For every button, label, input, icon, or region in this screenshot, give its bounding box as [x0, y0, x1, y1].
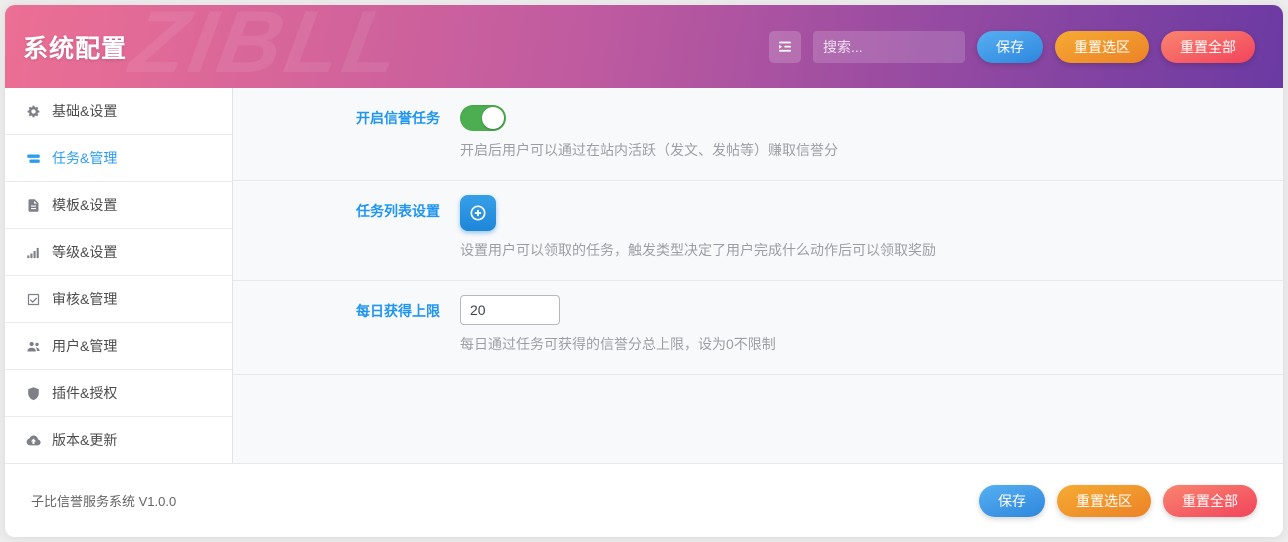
sidebar-item-basic-settings[interactable]: 基础&设置	[5, 88, 232, 135]
setting-label: 开启信誉任务	[356, 110, 440, 126]
outdent-icon	[777, 39, 793, 55]
settings-content: 开启信誉任务 开启后用户可以通过在站内活跃（发文、发帖等）赚取信誉分 任务列表设…	[233, 88, 1283, 463]
sidebar-item-label: 用户&管理	[52, 338, 118, 354]
footer: 子比信誉服务系统 V1.0.0 保存 重置选区 重置全部	[5, 463, 1283, 537]
tasks-icon	[25, 150, 41, 166]
cloud-upload-icon	[25, 432, 41, 448]
enable-reputation-task-toggle[interactable]	[460, 105, 506, 131]
sidebar-item-label: 模板&设置	[52, 197, 118, 213]
reset-all-button[interactable]: 重置全部	[1161, 30, 1255, 63]
collapse-menu-button[interactable]	[769, 30, 801, 63]
sidebar-item-label: 插件&授权	[52, 385, 118, 401]
header: ZIBLL 系统配置 保存 重置选区 重置全部	[5, 5, 1283, 88]
signal-bars-icon	[25, 244, 41, 260]
add-task-button[interactable]	[460, 195, 496, 231]
sidebar-item-review-management[interactable]: 审核&管理	[5, 276, 232, 323]
search-input[interactable]	[813, 30, 965, 63]
sidebar-item-plugin-authorization[interactable]: 插件&授权	[5, 370, 232, 417]
setting-row-enable-reputation-task: 开启信誉任务 开启后用户可以通过在站内活跃（发文、发帖等）赚取信誉分	[233, 88, 1283, 181]
setting-description: 每日通过任务可获得的信誉分总上限，设为0不限制	[460, 336, 776, 352]
reset-all-button-footer[interactable]: 重置全部	[1163, 484, 1257, 517]
setting-row-task-list-settings: 任务列表设置 设置用户可以领取的任务，触发类型决定了用户完成什么动作后可以领取奖…	[233, 181, 1283, 281]
setting-label: 任务列表设置	[356, 203, 440, 219]
setting-description: 设置用户可以领取的任务，触发类型决定了用户完成什么动作后可以领取奖励	[460, 242, 936, 258]
header-toolbar: 保存 重置选区 重置全部	[769, 30, 1255, 63]
sidebar-item-user-management[interactable]: 用户&管理	[5, 323, 232, 370]
sidebar-item-level-settings[interactable]: 等级&设置	[5, 229, 232, 276]
setting-description: 开启后用户可以通过在站内活跃（发文、发帖等）赚取信誉分	[460, 142, 838, 158]
cogs-icon	[25, 103, 41, 119]
settings-panel: ZIBLL 系统配置 保存 重置选区 重置全部 基础&设置	[5, 5, 1283, 537]
version-text: 子比信誉服务系统 V1.0.0	[31, 494, 177, 509]
setting-row-daily-limit: 每日获得上限 每日通过任务可获得的信誉分总上限，设为0不限制	[233, 281, 1283, 375]
users-icon	[25, 338, 41, 354]
reset-selection-button-footer[interactable]: 重置选区	[1057, 484, 1151, 517]
save-button[interactable]: 保存	[977, 30, 1043, 63]
page-title: 系统配置	[23, 34, 128, 63]
setting-label: 每日获得上限	[356, 303, 440, 319]
reset-selection-button[interactable]: 重置选区	[1055, 30, 1149, 63]
footer-toolbar: 保存 重置选区 重置全部	[979, 484, 1257, 517]
sidebar-item-label: 基础&设置	[52, 103, 118, 119]
sidebar: 基础&设置 任务&管理 模板&设置 等级&设置 审核&管理 用户&管理 插件&授…	[5, 88, 233, 464]
sidebar-item-version-update[interactable]: 版本&更新	[5, 417, 232, 464]
sidebar-item-label: 版本&更新	[52, 432, 118, 448]
shield-icon	[25, 385, 41, 401]
file-icon	[25, 197, 41, 213]
check-square-icon	[25, 291, 41, 307]
plus-circle-icon	[468, 203, 488, 223]
save-button-footer[interactable]: 保存	[979, 484, 1045, 517]
brand-watermark: ZIBLL	[124, 5, 412, 88]
sidebar-item-label: 等级&设置	[52, 244, 118, 260]
sidebar-item-label: 任务&管理	[52, 150, 118, 166]
sidebar-item-label: 审核&管理	[52, 291, 118, 307]
daily-limit-input[interactable]	[460, 295, 560, 325]
sidebar-item-tasks-management[interactable]: 任务&管理	[5, 135, 232, 182]
sidebar-item-template-settings[interactable]: 模板&设置	[5, 182, 232, 229]
